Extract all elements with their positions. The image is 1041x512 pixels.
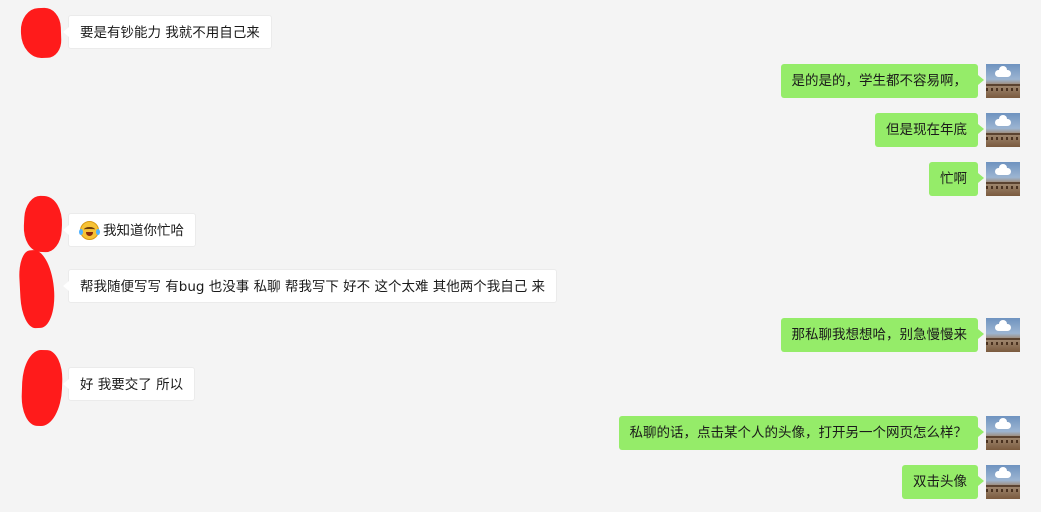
incoming-message-bubble[interactable]: 我知道你忙哈 (63, 213, 196, 247)
my-avatar[interactable] (986, 64, 1020, 98)
outgoing-message-bubble[interactable]: 私聊的话，点击某个人的头像，打开另一个网页怎么样？ (618, 416, 984, 450)
incoming-message-bubble[interactable]: 要是有钞能力 我就不用自己来 (63, 15, 272, 49)
incoming-message-bubble[interactable]: 帮我随便写写 有bug 也没事 私聊 帮我写下 好不 这个太难 其他两个我自己 … (62, 269, 558, 303)
message-row: 帮我随便写写 有bug 也没事 私聊 帮我写下 好不 这个太难 其他两个我自己 … (0, 269, 1041, 305)
my-avatar[interactable] (986, 416, 1020, 450)
message-text: 但是现在年底 (886, 122, 967, 138)
message-text: 那私聊我想想哈，别急慢慢来 (791, 327, 968, 343)
laughing-tears-emoji-icon (79, 221, 100, 240)
outgoing-message-bubble[interactable]: 但是现在年底 (875, 113, 984, 147)
outgoing-message-bubble[interactable]: 那私聊我想想哈，别急慢慢来 (780, 318, 984, 352)
message-row: 双击头像 (0, 465, 1041, 501)
message-text: 要是有钞能力 我就不用自己来 (80, 25, 260, 41)
my-avatar[interactable] (986, 113, 1020, 147)
message-row: 好 我要交了 所以 (0, 367, 1041, 403)
message-row: 但是现在年底 (0, 113, 1041, 149)
message-text: 好 我要交了 所以 (80, 377, 184, 393)
my-avatar[interactable] (986, 162, 1020, 196)
message-text: 帮我随便写写 有bug 也没事 私聊 帮我写下 好不 这个太难 其他两个我自己 … (80, 279, 546, 295)
my-avatar[interactable] (986, 318, 1020, 352)
message-text: 我知道你忙哈 (103, 223, 184, 239)
message-row: 忙啊 (0, 162, 1041, 198)
message-row: 我知道你忙哈 (0, 213, 1041, 249)
my-avatar[interactable] (986, 465, 1020, 499)
message-text: 私聊的话，点击某个人的头像，打开另一个网页怎么样？ (629, 425, 968, 441)
outgoing-message-bubble[interactable]: 忙啊 (929, 162, 984, 196)
message-text: 双击头像 (913, 474, 967, 490)
message-row: 私聊的话，点击某个人的头像，打开另一个网页怎么样？ (0, 416, 1041, 452)
outgoing-message-bubble[interactable]: 是的是的，学生都不容易啊， (780, 64, 984, 98)
outgoing-message-bubble[interactable]: 双击头像 (902, 465, 984, 499)
message-row: 要是有钞能力 我就不用自己来 (0, 15, 1041, 51)
message-row: 那私聊我想想哈，别急慢慢来 (0, 318, 1041, 354)
message-text: 是的是的，学生都不容易啊， (791, 73, 968, 89)
message-row: 是的是的，学生都不容易啊， (0, 64, 1041, 100)
message-text: 忙啊 (940, 171, 967, 187)
incoming-message-bubble[interactable]: 好 我要交了 所以 (62, 367, 196, 401)
